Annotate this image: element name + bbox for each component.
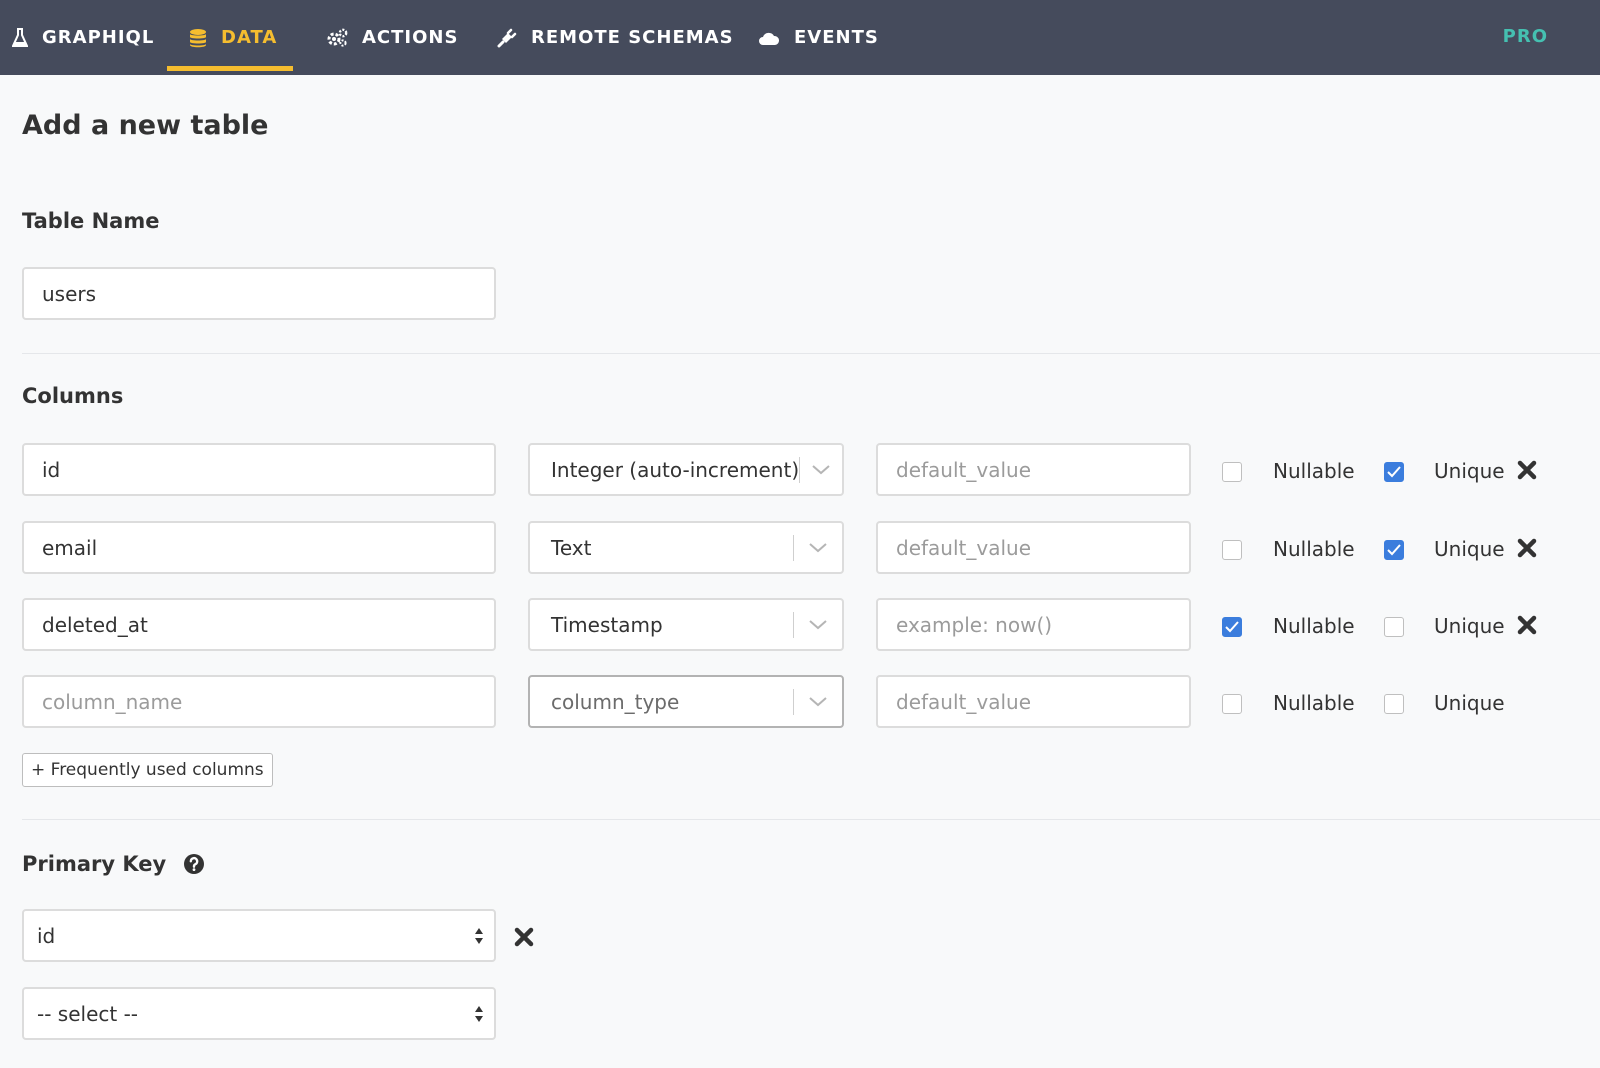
primary-key-value: id — [37, 923, 56, 948]
pro-link[interactable]: PRO — [1503, 0, 1548, 72]
remove-primary-key-button[interactable] — [512, 925, 536, 949]
column-type-select[interactable]: Timestamp — [528, 598, 844, 651]
nullable-label: Nullable — [1273, 614, 1355, 638]
column-type-placeholder: column_type — [551, 689, 680, 714]
column-type-select[interactable]: Integer (auto-increment) — [528, 443, 844, 496]
database-icon — [189, 28, 207, 48]
column-name-input[interactable] — [22, 443, 496, 496]
default-value-input[interactable] — [876, 598, 1191, 651]
tab-data-label: DATA — [221, 27, 278, 48]
nullable-label: Nullable — [1273, 459, 1355, 483]
chevron-down-icon — [794, 523, 842, 572]
nullable-checkbox[interactable] — [1222, 540, 1242, 560]
unique-label: Unique — [1434, 537, 1505, 561]
nullable-checkbox[interactable] — [1222, 694, 1242, 714]
nullable-label: Nullable — [1273, 691, 1355, 715]
remove-column-button[interactable] — [1515, 458, 1539, 482]
divider — [22, 819, 1600, 820]
nullable-label: Nullable — [1273, 537, 1355, 561]
page-title: Add a new table — [22, 110, 269, 141]
column-type-select[interactable]: column_type — [528, 675, 844, 728]
primary-key-label: Primary Key — [22, 852, 167, 876]
default-value-input[interactable] — [876, 675, 1191, 728]
tab-events[interactable]: EVENTS — [758, 0, 879, 75]
tab-actions-label: ACTIONS — [362, 27, 459, 48]
default-value-input[interactable] — [876, 443, 1191, 496]
unique-label: Unique — [1434, 691, 1505, 715]
column-type-value: Integer (auto-increment) — [551, 457, 800, 482]
table-name-label: Table Name — [22, 209, 160, 233]
column-type-value: Timestamp — [551, 612, 663, 637]
select-arrows-icon — [464, 1004, 494, 1024]
frequently-used-columns-button[interactable]: + Frequently used columns — [22, 753, 273, 787]
unique-checkbox[interactable] — [1384, 462, 1404, 482]
tab-events-label: EVENTS — [794, 27, 879, 48]
remove-column-button[interactable] — [1515, 613, 1539, 637]
remove-column-button[interactable] — [1515, 536, 1539, 560]
divider — [22, 353, 1600, 354]
nullable-checkbox[interactable] — [1222, 462, 1242, 482]
plug-icon — [497, 28, 517, 48]
close-icon — [1517, 460, 1537, 480]
unique-label: Unique — [1434, 459, 1505, 483]
table-name-input[interactable] — [22, 267, 496, 320]
new-primary-key-select[interactable]: -- select -- — [22, 987, 496, 1040]
new-primary-key-placeholder: -- select -- — [37, 1001, 139, 1026]
unique-checkbox[interactable] — [1384, 540, 1404, 560]
primary-key-select[interactable]: id — [22, 909, 496, 962]
flask-icon — [12, 27, 28, 48]
tab-remote-schemas-label: REMOTE SCHEMAS — [531, 27, 734, 48]
tab-graphiql[interactable]: GRAPHIQL — [12, 0, 154, 75]
close-icon — [514, 927, 534, 947]
tab-actions[interactable]: ACTIONS — [326, 0, 458, 75]
chevron-down-icon — [794, 600, 842, 649]
select-arrows-icon — [464, 926, 494, 946]
cloud-icon — [758, 30, 780, 46]
tab-data[interactable]: DATA — [166, 0, 294, 75]
top-nav: GRAPHIQL DATA ACTIONS REMOTE SCHEMAS EVE… — [0, 0, 1600, 75]
tab-graphiql-label: GRAPHIQL — [42, 27, 155, 48]
nullable-checkbox[interactable] — [1222, 617, 1242, 637]
tab-remote-schemas[interactable]: REMOTE SCHEMAS — [497, 0, 734, 75]
unique-checkbox[interactable] — [1384, 617, 1404, 637]
unique-label: Unique — [1434, 614, 1505, 638]
cogs-icon — [326, 28, 348, 48]
columns-label: Columns — [22, 384, 124, 408]
column-name-input[interactable] — [22, 521, 496, 574]
column-name-input[interactable] — [22, 598, 496, 651]
question-circle-icon[interactable] — [183, 853, 205, 875]
chevron-down-icon — [794, 677, 842, 726]
close-icon — [1517, 538, 1537, 558]
column-type-select[interactable]: Text — [528, 521, 844, 574]
column-name-input[interactable] — [22, 675, 496, 728]
unique-checkbox[interactable] — [1384, 694, 1404, 714]
column-type-value: Text — [551, 535, 592, 560]
default-value-input[interactable] — [876, 521, 1191, 574]
chevron-down-icon — [800, 445, 842, 494]
close-icon — [1517, 615, 1537, 635]
